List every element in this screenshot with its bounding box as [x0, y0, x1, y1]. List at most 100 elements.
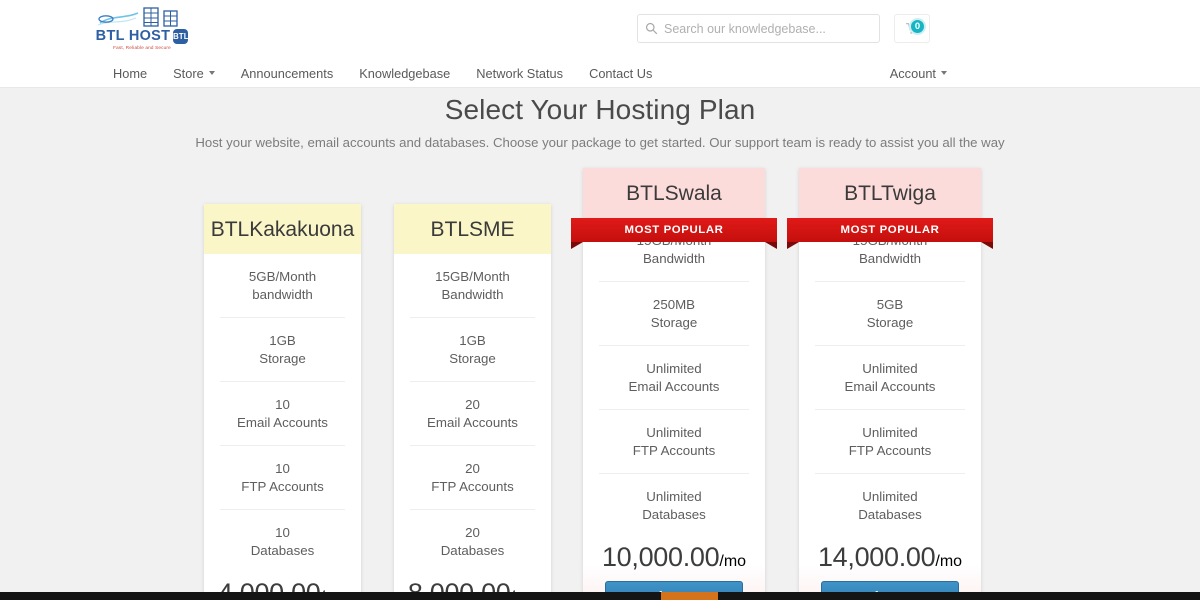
feature-line1: Unlimited [862, 360, 918, 376]
plan-price: 10,000.00 [601, 542, 720, 573]
feature-item: 5GB Storage [815, 282, 965, 346]
feature-item: 20 FTP Accounts [410, 446, 535, 510]
plan-card-btlkakakuona[interactable]: BTLKakakuona 5GB/Month bandwidth 1GB Sto… [204, 204, 361, 600]
main-navigation: Home Store Announcements Knowledgebase N… [0, 58, 1200, 88]
feature-line1: 250MB [652, 296, 696, 312]
plan-name: BTLTwiga [799, 168, 981, 219]
ribbon-tail-left-icon [571, 242, 583, 250]
ribbon-label: MOST POPULAR [624, 224, 724, 237]
nav-item-network-status[interactable]: Network Status [463, 62, 576, 85]
plan-card-btltwiga[interactable]: BTLTwiga MOST POPULAR 15GB/Month Bandwid… [787, 168, 993, 600]
logo-tagline: Fast, Reliable and Secure [113, 45, 171, 50]
search-input[interactable] [664, 15, 879, 42]
ribbon-tail-right-icon [981, 242, 993, 250]
plan-card-btlsme[interactable]: BTLSME 15GB/Month Bandwidth 1GB Storage … [394, 204, 551, 600]
nav-item-store[interactable]: Store [160, 62, 228, 85]
feature-item: Unlimited FTP Accounts [599, 410, 749, 474]
nav-label: Knowledgebase [359, 65, 451, 81]
feature-line2: Storage [449, 350, 496, 366]
feature-line2: FTP Accounts [632, 442, 716, 458]
hero-section: Select Your Hosting Plan Host your websi… [0, 88, 1200, 150]
ribbon-tail-left-icon [787, 242, 799, 250]
feature-line1: 1GB [269, 332, 296, 348]
feature-line1: 1GB [459, 332, 486, 348]
search-box[interactable] [637, 14, 880, 43]
feature-line1: Unlimited [646, 424, 702, 440]
feature-item: 20 Email Accounts [410, 382, 535, 446]
logo-artwork-icon [94, 5, 190, 31]
nav-item-home[interactable]: Home [100, 62, 160, 85]
nav-item-account[interactable]: Account [877, 62, 960, 85]
feature-line2: Storage [866, 314, 914, 330]
chevron-down-icon [941, 71, 947, 75]
feature-item: Unlimited Databases [815, 474, 965, 537]
feature-line2: Bandwidth [642, 251, 706, 267]
feature-item: 5GB/Month bandwidth [220, 254, 345, 318]
cart-button[interactable]: 0 [894, 14, 930, 43]
nav-item-announcements[interactable]: Announcements [228, 62, 346, 85]
bottom-bar-accent [661, 592, 718, 600]
feature-line1: Unlimited [646, 360, 702, 376]
nav-label: Account [889, 65, 936, 81]
chevron-down-icon [208, 71, 215, 75]
nav-item-knowledgebase[interactable]: Knowledgebase [346, 62, 463, 85]
feature-line2: Databases [642, 506, 706, 522]
feature-item: 10 FTP Accounts [220, 446, 345, 510]
feature-item: 10 Databases [220, 510, 345, 573]
feature-line1: 10 [275, 396, 290, 412]
plan-name: BTLKakakuona [204, 204, 361, 255]
nav-label: Network Status [476, 65, 564, 81]
plan-period: /mo [935, 553, 963, 571]
viewport-bottom-bar [0, 592, 1200, 600]
feature-line2: Databases [858, 506, 922, 522]
plan-features: 15GB/Month Bandwidth 5GB Storage Unlimit… [799, 218, 981, 536]
feature-item: Unlimited FTP Accounts [815, 410, 965, 474]
plan-price-zone: 10,000.00/mo [583, 536, 765, 581]
feature-line1: 20 [465, 396, 480, 412]
feature-item: 1GB Storage [220, 318, 345, 382]
nav-label: Contact Us [589, 65, 653, 81]
plan-price: 14,000.00 [817, 542, 936, 573]
feature-line1: Unlimited [862, 488, 918, 504]
pricing-cards: BTLKakakuona 5GB/Month bandwidth 1GB Sto… [0, 168, 1200, 600]
feature-line2: FTP Accounts [848, 442, 932, 458]
feature-line1: 20 [465, 460, 480, 476]
ribbon-tail-right-icon [765, 242, 777, 250]
page-title: Select Your Hosting Plan [444, 94, 756, 125]
feature-line2: FTP Accounts [241, 478, 324, 494]
page-root: BTL HOST BTL Fast, Reliable and Secure S… [0, 0, 1200, 600]
search-icon [638, 22, 664, 35]
plan-card-btlswala[interactable]: BTLSwala MOST POPULAR 15GB/Month Bandwid… [571, 168, 777, 600]
feature-line2: Email Accounts [628, 378, 720, 394]
feature-line2: Email Accounts [427, 414, 518, 430]
feature-line1: 5GB/Month [248, 269, 317, 285]
feature-item: 10 Email Accounts [220, 382, 345, 446]
feature-line1: 10 [275, 460, 290, 476]
feature-line2: Email Accounts [844, 378, 936, 394]
site-logo[interactable]: BTL HOST BTL Fast, Reliable and Secure [94, 6, 190, 50]
feature-line2: Email Accounts [237, 414, 328, 430]
feature-item: 20 Databases [410, 510, 535, 573]
feature-line2: Storage [650, 314, 698, 330]
feature-item: Unlimited Databases [599, 474, 749, 537]
nav-label: Store [173, 65, 204, 81]
cart-count-badge: 0 [909, 18, 926, 35]
feature-line1: Unlimited [646, 488, 702, 504]
feature-line2: Databases [440, 542, 505, 558]
plan-features: 15GB/Month Bandwidth 1GB Storage 20 Emai… [394, 254, 551, 572]
plan-price-zone: 14,000.00/mo [799, 536, 981, 581]
ribbon-label: MOST POPULAR [840, 224, 940, 237]
feature-line1: 5GB [876, 296, 904, 312]
feature-line1: Unlimited [862, 424, 918, 440]
feature-item: 15GB/Month Bandwidth [410, 254, 535, 318]
feature-item: Unlimited Email Accounts [599, 346, 749, 410]
feature-line2: Bandwidth [441, 287, 504, 303]
plan-period: /mo [719, 553, 747, 571]
logo-badge-icon: BTL [173, 29, 189, 44]
site-header: BTL HOST BTL Fast, Reliable and Secure S… [0, 0, 1200, 88]
nav-item-contact-us[interactable]: Contact Us [576, 62, 665, 85]
feature-item: Unlimited Email Accounts [815, 346, 965, 410]
plan-name: BTLSME [394, 204, 551, 255]
feature-item: 250MB Storage [599, 282, 749, 346]
nav-label: Home [113, 65, 148, 81]
